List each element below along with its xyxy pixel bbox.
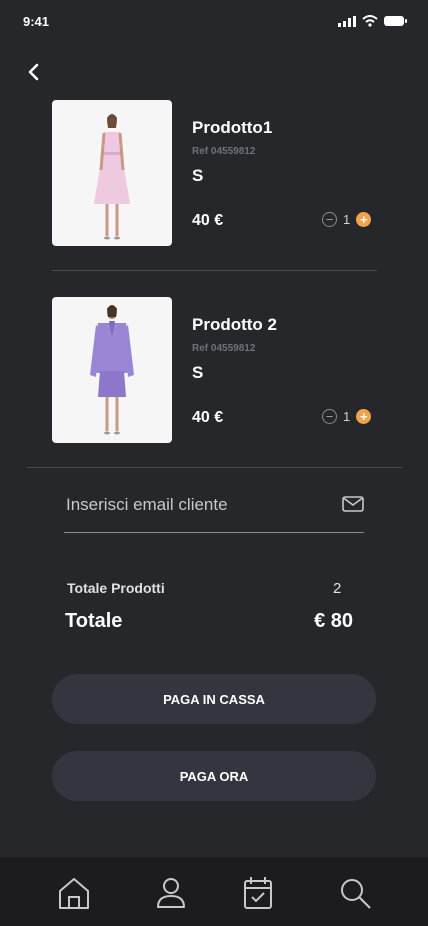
product-name: Prodotto 2 [192, 315, 277, 334]
products-total-count: 2 [333, 580, 342, 597]
calendar-check-icon[interactable] [240, 875, 276, 911]
divider [52, 270, 377, 271]
minus-icon[interactable]: − [322, 409, 337, 424]
quantity-stepper: − 1 + [322, 409, 372, 424]
product-size: S [192, 166, 204, 185]
mail-icon[interactable] [342, 496, 364, 512]
total-label: Totale [65, 610, 123, 632]
cart-item: Prodotto1 Ref 04559812 S 40 € − 1 + [52, 100, 382, 246]
product-image[interactable] [52, 100, 172, 246]
product-name: Prodotto1 [192, 118, 273, 137]
product-image[interactable] [52, 297, 172, 443]
tab-bar [0, 857, 428, 926]
pay-at-register-button[interactable]: PAGA IN CASSA [52, 674, 376, 724]
back-chevron-icon[interactable] [24, 62, 44, 82]
email-input[interactable] [64, 494, 328, 516]
status-time: 9:41 [23, 14, 50, 29]
home-icon[interactable] [56, 875, 92, 911]
dress-skirt [94, 155, 130, 204]
user-icon[interactable] [153, 875, 189, 911]
divider [27, 467, 402, 468]
product-ref: Ref 04559812 [192, 146, 256, 157]
battery-icon [384, 16, 407, 26]
cart-item: Prodotto 2 Ref 04559812 S 40 € − 1 + [52, 297, 382, 443]
product-price: 40 € [192, 409, 224, 426]
email-field [64, 490, 364, 533]
signal-icon [338, 15, 356, 27]
plus-icon[interactable]: + [356, 212, 372, 227]
plus-icon[interactable]: + [356, 409, 372, 424]
product-size: S [192, 363, 204, 382]
pay-now-button[interactable]: PAGA ORA [52, 751, 376, 801]
quantity-value: 1 [343, 409, 351, 424]
status-icons [338, 15, 408, 27]
products-total-label: Totale Prodotti [67, 580, 165, 596]
quantity-value: 1 [343, 212, 351, 227]
quantity-stepper: − 1 + [322, 212, 372, 227]
minus-icon[interactable]: − [322, 212, 337, 227]
product-price: 40 € [192, 212, 224, 229]
wifi-icon [362, 15, 378, 27]
search-icon[interactable] [337, 875, 373, 911]
total-value: € 80 [314, 610, 353, 632]
product-ref: Ref 04559812 [192, 343, 256, 354]
